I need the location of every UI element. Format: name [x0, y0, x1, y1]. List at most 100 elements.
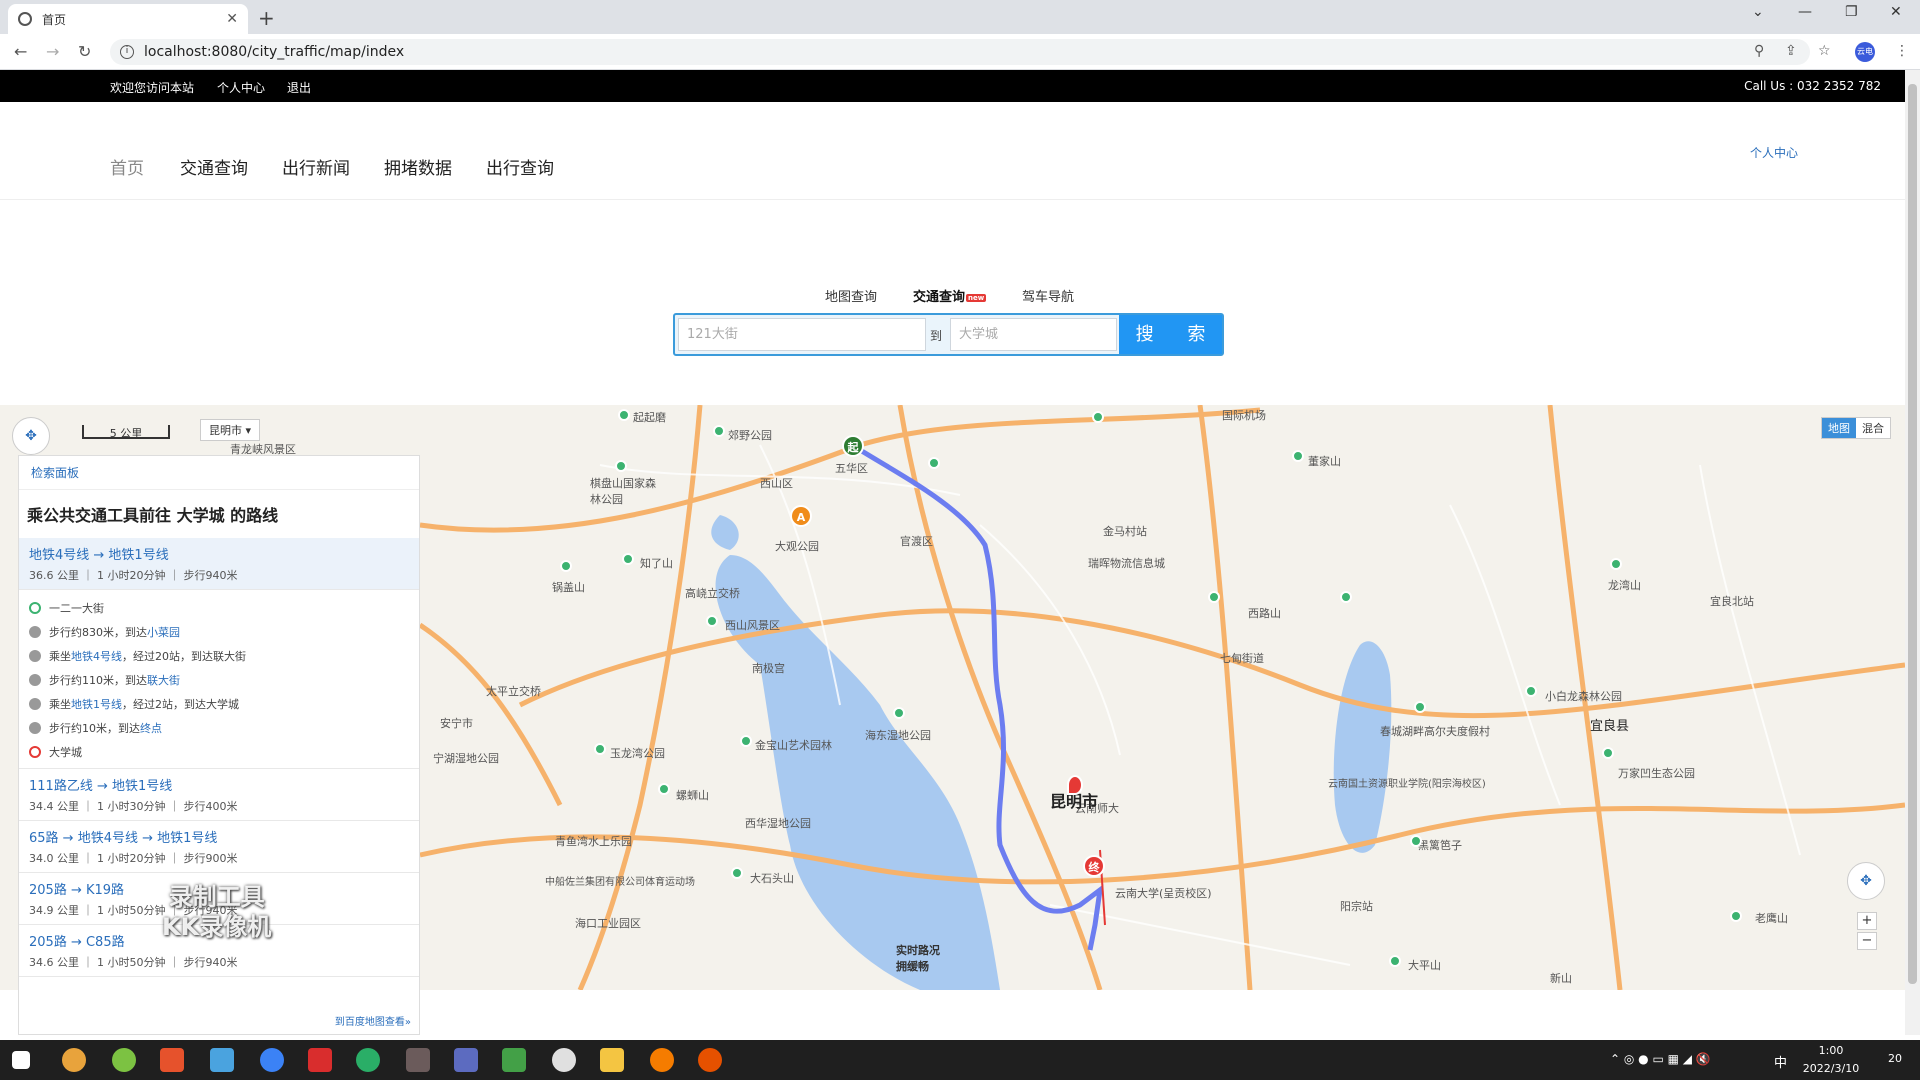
zoom-in-icon[interactable]: + — [1857, 912, 1877, 930]
wps-icon[interactable] — [308, 1048, 332, 1072]
zoom-out-icon[interactable]: − — [1857, 932, 1877, 950]
map-label: 龙湾山 — [1608, 579, 1641, 592]
search-button[interactable]: 搜 索 — [1119, 315, 1222, 354]
notepad-icon[interactable] — [502, 1048, 526, 1072]
forward-icon[interactable]: → — [46, 42, 59, 61]
info-icon[interactable]: i — [120, 45, 134, 59]
route-step: 乘坐 地铁4号线 ，经过20站，到达联大街 — [29, 644, 409, 668]
close-tab-icon[interactable]: ✕ — [226, 11, 238, 27]
route-name[interactable]: 111路乙线 → 地铁1号线 — [29, 775, 409, 794]
folder-icon[interactable] — [600, 1048, 624, 1072]
scrollbar-thumb[interactable] — [1908, 84, 1917, 984]
windows-start-icon[interactable] — [12, 1051, 30, 1069]
app-icon[interactable] — [406, 1048, 430, 1072]
app-icon[interactable] — [160, 1048, 184, 1072]
app-icon[interactable] — [454, 1048, 478, 1072]
navigation-control-icon[interactable]: ✥ — [1847, 862, 1885, 900]
chrome-icon[interactable] — [62, 1048, 86, 1072]
route-option[interactable]: 111路乙线 → 地铁1号线 34.4 公里 ｜ 1 小时30分钟 ｜ 步行40… — [19, 769, 419, 821]
map-label: 螺蛳山 — [676, 789, 709, 802]
tab-search-icon[interactable]: ⌄ — [1752, 4, 1764, 20]
tab-traffic-query[interactable]: 交通查询 new — [913, 286, 987, 305]
step-link[interactable]: 地铁1号线 — [71, 696, 122, 712]
park-icon — [1602, 747, 1614, 759]
from-input[interactable]: 121大街 — [678, 318, 926, 351]
wechat-icon[interactable] — [356, 1048, 380, 1072]
tab-map-query[interactable]: 地图查询 — [825, 286, 877, 305]
personal-center-link[interactable]: 个人中心 — [217, 79, 265, 96]
end-marker[interactable]: 终 — [1083, 855, 1105, 877]
route-step: 乘坐 地铁1号线 ，经过2站，到达大学城 — [29, 692, 409, 716]
bookmark-star-icon[interactable]: ☆ — [1818, 43, 1831, 59]
window-close-icon[interactable]: ✕ — [1890, 4, 1902, 20]
user-center-link[interactable]: 个人中心 — [1750, 144, 1798, 161]
welcome-link[interactable]: 欢迎您访问本站 — [110, 79, 194, 96]
route-name[interactable]: 地铁4号线 → 地铁1号线 — [29, 544, 409, 563]
route-steps: 一二一大街 步行约830米，到达 小菜园 乘坐 地铁4号线 ，经过20站，到达联大街 … — [19, 590, 419, 769]
url-field[interactable]: i localhost:8080/city_traffic/map/index — [110, 39, 1810, 65]
location-pin-icon — [1067, 775, 1083, 795]
search-app-icon[interactable] — [650, 1048, 674, 1072]
route-name[interactable]: 65路 → 地铁4号线 → 地铁1号线 — [29, 827, 409, 846]
minimize-icon[interactable]: — — [1798, 4, 1812, 20]
step-link[interactable]: 联大街 — [147, 672, 180, 688]
profile-avatar[interactable]: 云电 — [1855, 42, 1875, 62]
step-text: 步行约830米，到达 — [49, 626, 147, 639]
map-label: 七甸街道 — [1220, 652, 1264, 665]
walk-icon — [29, 674, 41, 686]
notification-count[interactable]: 20 — [1888, 1052, 1902, 1065]
park-icon — [1292, 450, 1304, 462]
step-link[interactable]: 小菜园 — [147, 624, 180, 640]
start-marker[interactable]: 起 — [842, 435, 864, 457]
tray-icons[interactable]: ⌃ ◎ ● ▭ ▦ ◢ 🔇 — [1610, 1052, 1711, 1066]
step-link[interactable]: 终点 — [140, 720, 162, 736]
page-scrollbar[interactable] — [1905, 70, 1920, 1035]
menu-icon[interactable]: ⋮ — [1895, 43, 1909, 59]
panel-head[interactable]: 检索面板 — [19, 456, 419, 490]
map-label: 官渡区 — [900, 535, 933, 548]
app-icon[interactable] — [260, 1048, 284, 1072]
nav-congestion-data[interactable]: 拥堵数据 — [384, 154, 452, 179]
recorder-icon[interactable] — [698, 1048, 722, 1072]
clock-time[interactable]: 1:00 — [1786, 1044, 1876, 1057]
location-icon[interactable]: ⚲ — [1754, 43, 1764, 59]
map-label: 高峣立交桥 — [685, 587, 740, 600]
nav-home[interactable]: 首页 — [110, 154, 144, 179]
route-step: 步行约830米，到达 小菜园 — [29, 620, 409, 644]
pan-control-icon[interactable]: ✥ — [12, 417, 50, 455]
main-nav: 首页 交通查询 出行新闻 拥堵数据 出行查询 个人中心 — [0, 102, 1905, 200]
traffic-legend: 实时路况 拥缓畅 — [896, 944, 940, 973]
logout-link[interactable]: 退出 — [287, 79, 311, 96]
app-icon[interactable] — [210, 1048, 234, 1072]
back-icon[interactable]: ← — [14, 42, 27, 61]
tab-drive-nav[interactable]: 驾车导航 — [1022, 286, 1074, 305]
marker-a[interactable]: A — [790, 505, 812, 527]
route-option[interactable]: 地铁4号线 → 地铁1号线 36.6 公里 ｜ 1 小时20分钟 ｜ 步行940… — [19, 538, 419, 590]
scale-bar: 5 公里 — [82, 425, 170, 440]
nav-trip-query[interactable]: 出行查询 — [486, 154, 554, 179]
restore-icon[interactable]: ❐ — [1845, 4, 1858, 20]
city-selector[interactable]: 昆明市 ▾ — [200, 419, 261, 441]
step-text: 乘坐 — [49, 698, 71, 711]
map-type-map[interactable]: 地图 — [1822, 418, 1856, 438]
park-icon — [622, 553, 634, 565]
app-icon[interactable] — [112, 1048, 136, 1072]
route-panel: 检索面板 乘公共交通工具前往 大学城 的路线 地铁4号线 → 地铁1号线 36.… — [18, 455, 420, 1035]
new-tab-icon[interactable]: + — [258, 6, 275, 30]
reload-icon[interactable]: ↻ — [78, 42, 91, 61]
browser-tab[interactable]: 首页 ✕ — [8, 4, 248, 34]
clock-date[interactable]: 2022/3/10 — [1786, 1062, 1876, 1075]
panel-title: 乘公共交通工具前往 大学城 的路线 — [27, 506, 279, 525]
chat-icon[interactable] — [552, 1048, 576, 1072]
map-label: 棋盘山国家森林公园 — [590, 477, 656, 506]
park-icon — [1525, 685, 1537, 697]
share-icon[interactable]: ⇪ — [1785, 43, 1797, 59]
map-type-hybrid[interactable]: 混合 — [1856, 418, 1890, 438]
nav-travel-news[interactable]: 出行新闻 — [282, 154, 350, 179]
map-label: 大观公园 — [775, 540, 819, 553]
baidu-map-link[interactable]: 到百度地图查看» — [335, 1013, 411, 1028]
route-option[interactable]: 65路 → 地铁4号线 → 地铁1号线 34.0 公里 ｜ 1 小时20分钟 ｜… — [19, 821, 419, 873]
to-input[interactable]: 大学城 — [950, 318, 1117, 351]
step-link[interactable]: 地铁4号线 — [71, 648, 122, 664]
nav-traffic-query[interactable]: 交通查询 — [180, 154, 248, 179]
